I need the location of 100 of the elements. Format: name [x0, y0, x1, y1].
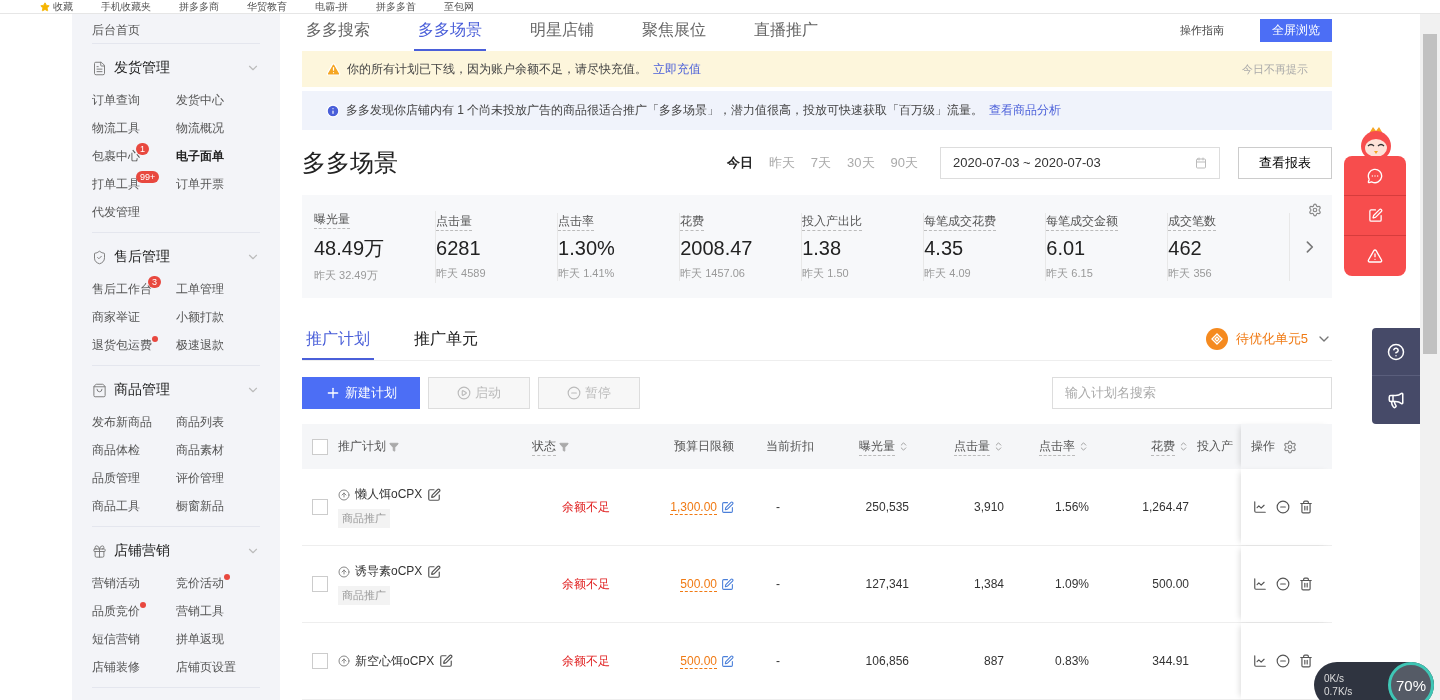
column-header[interactable]: 状态 [532, 437, 632, 456]
trash-icon[interactable] [1299, 577, 1313, 592]
report-button[interactable]: 查看报表 [1238, 146, 1332, 179]
edit-icon[interactable] [721, 577, 734, 591]
sidebar-item[interactable]: 评价管理 [176, 464, 224, 492]
filter-icon[interactable] [559, 441, 569, 452]
bookmark-link[interactable]: 手机收藏夹 [101, 0, 151, 14]
sidebar-item[interactable]: 后台首页 [92, 16, 260, 44]
line-chart-icon[interactable] [1253, 654, 1267, 669]
sidebar-item[interactable]: 退货包运费 [92, 331, 152, 359]
sidebar-item[interactable]: 营销工具 [176, 597, 224, 625]
trash-icon[interactable] [1299, 654, 1313, 669]
column-header[interactable]: 投入产 [1197, 438, 1241, 456]
line-chart-icon[interactable] [1253, 500, 1267, 515]
column-header[interactable]: 曝光量 [822, 437, 917, 456]
edit-icon[interactable] [721, 654, 734, 668]
tab[interactable]: 明星店铺 [526, 20, 598, 52]
analysis-link[interactable]: 查看商品分析 [989, 102, 1062, 120]
sidebar-item[interactable]: 商家举证 [92, 303, 140, 331]
scrollbar-thumb[interactable] [1423, 34, 1437, 354]
table-cell-text: 250,535 [864, 500, 910, 515]
bookmark-link[interactable]: 至包网 [444, 0, 475, 14]
sidebar-group-title[interactable]: 店铺营销 [114, 542, 239, 560]
guide-link[interactable]: 操作指南 [1180, 23, 1224, 38]
column-header[interactable]: 点击率 [1012, 437, 1097, 456]
sidebar-item[interactable]: 小额打款 [176, 303, 224, 331]
shield-icon [92, 249, 107, 265]
sidebar-item[interactable]: 物流工具 [92, 114, 140, 142]
trash-icon[interactable] [1299, 500, 1313, 515]
sidebar-item[interactable]: 工单管理 [176, 275, 224, 303]
date-range-option[interactable]: 今日 [726, 153, 753, 172]
sidebar-item[interactable]: 营销活动 [92, 569, 140, 597]
metric-yesterday: 昨天 32.49万 [314, 267, 379, 283]
search-field[interactable]: 输入计划名搜索 [1052, 376, 1332, 409]
tab[interactable]: 推广计划 [302, 329, 374, 361]
sidebar-item[interactable]: 电子面单 [176, 142, 224, 170]
sidebar-item[interactable]: 商品列表 [176, 408, 224, 436]
sidebar-item[interactable]: 竞价活动 [176, 569, 224, 597]
sidebar-item[interactable]: 拼单返现 [176, 625, 224, 653]
sidebar-item[interactable]: 发货中心 [176, 86, 224, 114]
sidebar-group-title[interactable]: 商品管理 [114, 381, 239, 399]
chat-icon [1367, 167, 1383, 184]
sidebar-item[interactable]: 店铺装修 [92, 653, 140, 681]
sidebar-item[interactable]: 店铺页设置 [176, 653, 236, 681]
sidebar-item[interactable]: 橱窗新品 [176, 492, 224, 520]
table-cell-text: 1.09% [1053, 577, 1090, 592]
metric-yesterday: 昨天 6.15 [1046, 265, 1094, 281]
bookmark-link[interactable]: 电霸-拼 [315, 0, 349, 14]
bookmark-link[interactable]: 收藏 [40, 0, 73, 14]
sidebar-item[interactable]: 商品体检 [92, 436, 140, 464]
tab[interactable]: 聚焦展位 [638, 20, 710, 52]
column-header[interactable]: 预算日限额 [632, 438, 742, 456]
column-header[interactable]: 花费 [1097, 437, 1197, 456]
diamond-icon [1210, 333, 1223, 346]
tab[interactable]: 推广单元 [410, 329, 482, 361]
date-range-field[interactable]: 2020-07-03 ~ 2020-07-03 [940, 146, 1220, 179]
checkbox[interactable] [312, 653, 328, 670]
bookmark-link[interactable]: 拼多多商 [179, 0, 219, 14]
sidebar-item[interactable]: 商品工具 [92, 492, 140, 520]
sidebar-item[interactable]: 代发管理 [92, 198, 140, 226]
edit-icon[interactable] [721, 500, 734, 514]
checkbox[interactable] [312, 576, 328, 593]
tab[interactable]: 多多搜索 [302, 20, 374, 52]
sidebar-item[interactable]: 发布新商品 [92, 408, 152, 436]
edit-icon[interactable] [427, 564, 442, 579]
warning-icon [326, 61, 341, 77]
edit-icon[interactable] [439, 654, 454, 669]
sidebar-item[interactable]: 短信营销 [92, 625, 140, 653]
settings-icon[interactable] [1283, 439, 1297, 454]
minus-circle-icon[interactable] [1276, 500, 1290, 515]
column-header[interactable]: 当前折扣 [742, 438, 822, 456]
filter-icon[interactable] [389, 441, 399, 452]
minus-circle-icon[interactable] [1276, 654, 1290, 669]
sidebar-group-title[interactable]: 发货管理 [114, 59, 239, 77]
sidebar-item[interactable]: 商品素材 [176, 436, 224, 464]
bookmark-link[interactable]: 拼多多首 [376, 0, 417, 14]
sidebar-item[interactable]: 订单查询 [92, 86, 140, 114]
sidebar-item[interactable]: 品质竞价 [92, 597, 140, 625]
sidebar-item[interactable]: 极速退款 [176, 331, 224, 359]
checkbox[interactable] [312, 499, 328, 516]
bookmark-link[interactable]: 华贸教育 [247, 0, 287, 14]
tab[interactable]: 直播推广 [750, 20, 822, 52]
minus-circle-icon[interactable] [1276, 577, 1290, 592]
line-chart-icon[interactable] [1253, 577, 1267, 592]
sidebar-item[interactable]: 物流概况 [176, 114, 224, 142]
settings-icon[interactable] [1308, 203, 1322, 218]
edit-icon[interactable] [427, 487, 442, 502]
recharge-link[interactable]: 立即充值 [653, 60, 701, 78]
column-header[interactable]: 点击量 [917, 437, 1012, 456]
sidebar-item[interactable]: 订单开票 [176, 170, 224, 198]
memory-percent: 70% [1388, 662, 1434, 700]
warning-text: 你的所有计划已下线，因为账户余额不足，请尽快充值。 [347, 60, 647, 78]
sidebar-item[interactable]: 品质管理 [92, 464, 140, 492]
toolbar-button[interactable]: 新建计划 [302, 376, 420, 409]
fullscreen-button[interactable]: 全屏浏览 [1260, 19, 1332, 42]
sidebar-group-title[interactable]: 售后管理 [114, 248, 239, 266]
checkbox[interactable] [312, 438, 328, 455]
metric-value: 48.49万 [314, 235, 386, 261]
column-header[interactable]: 推广计划 [338, 438, 532, 456]
plan-name: 新空心饵oCPX [355, 652, 435, 670]
